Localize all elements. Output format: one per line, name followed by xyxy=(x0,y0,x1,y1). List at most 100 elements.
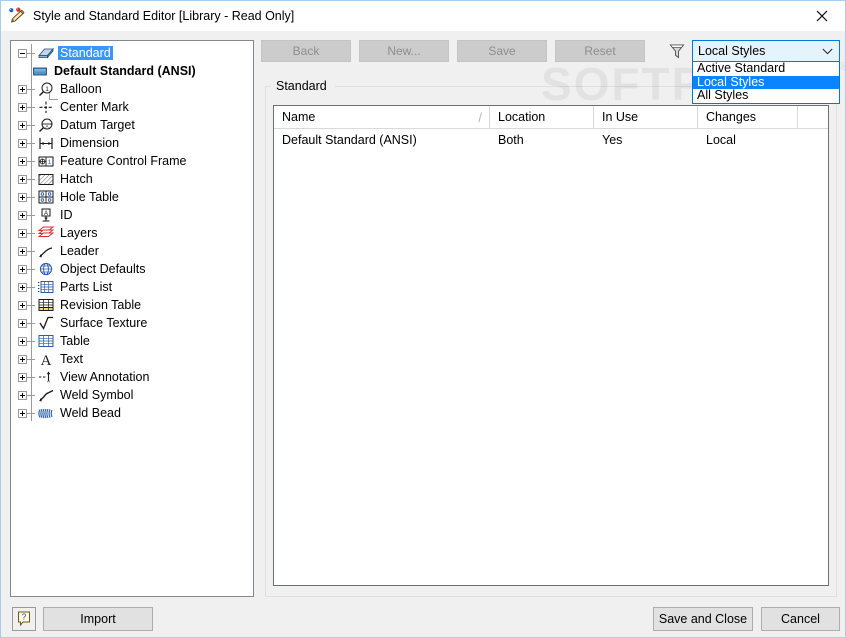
funnel-filter-icon[interactable] xyxy=(667,41,687,61)
cancel-button[interactable]: Cancel xyxy=(761,607,840,631)
tree-item-revision-table[interactable]: Revision Table xyxy=(11,296,253,314)
expand-toggle-icon[interactable] xyxy=(18,372,27,382)
tree-item-balloon[interactable]: 1 Balloon xyxy=(11,80,253,98)
expand-toggle-icon[interactable] xyxy=(18,156,27,166)
style-filter-dropdown-list[interactable]: Active Standard Local Styles All Styles xyxy=(692,61,840,104)
tree-item-hatch[interactable]: Hatch xyxy=(11,170,253,188)
style-tree-panel[interactable]: Standard Default Standard (ANSI) 1 Ballo… xyxy=(10,40,254,597)
table-row[interactable]: Default Standard (ANSI) Both Yes Local xyxy=(274,129,828,150)
back-button[interactable]: Back xyxy=(261,40,351,62)
tree-elbow xyxy=(27,340,35,342)
tree-elbow xyxy=(27,88,35,90)
surface-texture-icon xyxy=(37,315,54,331)
tree-item-hole-table[interactable]: Hole Table xyxy=(11,188,253,206)
tree-item-leader[interactable]: Leader xyxy=(11,242,253,260)
new-button[interactable]: New... xyxy=(359,40,449,62)
style-filter-combobox[interactable]: Local Styles xyxy=(692,40,840,62)
dropdown-option-active-standard[interactable]: Active Standard xyxy=(693,61,839,76)
tree-item-label: Revision Table xyxy=(60,298,142,312)
expand-toggle-icon[interactable] xyxy=(18,102,27,112)
expand-toggle-icon[interactable] xyxy=(18,300,27,310)
expand-toggle-icon[interactable] xyxy=(18,192,27,202)
cell-location: Both xyxy=(498,132,524,147)
hole-table-icon xyxy=(37,189,54,205)
expand-toggle-icon[interactable] xyxy=(18,264,27,274)
tree-item-datum-target[interactable]: A Datum Target xyxy=(11,116,253,134)
tree-elbow xyxy=(27,196,35,198)
column-header-changes[interactable]: Changes xyxy=(698,106,798,128)
group-box-title: Standard xyxy=(273,79,330,93)
tree-item-feature-control-frame[interactable]: 1 Feature Control Frame xyxy=(11,152,253,170)
tree-elbow xyxy=(27,124,35,126)
tree-item-text[interactable]: A Text xyxy=(11,350,253,369)
expand-toggle-icon[interactable] xyxy=(18,390,27,400)
close-button[interactable] xyxy=(799,1,845,31)
save-and-close-button[interactable]: Save and Close xyxy=(653,607,753,631)
expand-toggle-icon[interactable] xyxy=(18,408,27,418)
tree-elbow xyxy=(27,142,35,144)
feature-control-frame-icon: 1 xyxy=(37,153,54,169)
expand-toggle-icon[interactable] xyxy=(18,318,27,328)
cell-in-use: Yes xyxy=(602,132,623,147)
tree-item-weld-bead[interactable]: Weld Bead xyxy=(11,404,253,422)
tree-item-dimension[interactable]: Dimension xyxy=(11,134,253,152)
tree-item-layers[interactable]: Layers xyxy=(11,224,253,242)
balloon-icon: 1 xyxy=(37,81,54,97)
tree-item-surface-texture[interactable]: Surface Texture xyxy=(11,314,253,332)
center-mark-icon xyxy=(37,99,54,115)
tree-item-label: Surface Texture xyxy=(60,316,148,330)
expand-toggle-icon[interactable] xyxy=(18,174,27,184)
reset-button[interactable]: Reset xyxy=(555,40,645,62)
styles-table[interactable]: Name / Location In Use Changes Default S… xyxy=(273,105,829,586)
expand-toggle-icon[interactable] xyxy=(18,228,27,238)
tree-item-id[interactable]: A ID xyxy=(11,206,253,224)
import-button[interactable]: Import xyxy=(43,607,153,631)
expand-toggle-icon[interactable] xyxy=(18,246,27,256)
expand-toggle-icon[interactable] xyxy=(18,120,27,130)
help-button[interactable]: ? xyxy=(12,607,36,631)
tree-item-label: Hole Table xyxy=(60,190,119,204)
save-button[interactable]: Save xyxy=(457,40,547,62)
tree-item-label: Layers xyxy=(60,226,98,240)
tree-item-view-annotation[interactable]: A View Annotation xyxy=(11,368,253,386)
collapse-toggle-icon[interactable] xyxy=(18,48,27,58)
expand-toggle-icon[interactable] xyxy=(18,354,27,364)
tree-elbow xyxy=(27,178,35,180)
tree-item-standard[interactable]: Standard xyxy=(11,44,253,62)
column-header-extra[interactable] xyxy=(798,106,828,128)
column-header-name[interactable]: Name / xyxy=(274,106,490,128)
standard-swatch-icon xyxy=(31,63,48,79)
tree-elbow xyxy=(27,232,35,234)
tree-item-table[interactable]: Table xyxy=(11,332,253,350)
hatch-icon xyxy=(37,171,54,187)
table-header-row: Name / Location In Use Changes xyxy=(274,106,828,129)
tree-item-center-mark[interactable]: Center Mark xyxy=(11,98,253,116)
column-header-location[interactable]: Location xyxy=(490,106,594,128)
svg-text:A: A xyxy=(46,379,50,384)
expand-toggle-icon[interactable] xyxy=(18,84,27,94)
datum-target-icon: A xyxy=(37,117,54,133)
weld-bead-icon xyxy=(37,405,54,421)
window-title: Style and Standard Editor [Library - Rea… xyxy=(33,9,295,23)
tree-item-object-defaults[interactable]: Object Defaults xyxy=(11,260,253,278)
title-bar: Style and Standard Editor [Library - Rea… xyxy=(1,1,845,31)
tree-item-label: ID xyxy=(60,208,73,222)
sort-indicator-icon: / xyxy=(478,110,482,125)
expand-toggle-icon[interactable] xyxy=(18,138,27,148)
expand-toggle-icon[interactable] xyxy=(18,336,27,346)
expand-toggle-icon[interactable] xyxy=(18,282,27,292)
column-header-in-use[interactable]: In Use xyxy=(594,106,698,128)
dropdown-option-local-styles[interactable]: Local Styles xyxy=(693,75,839,89)
expand-toggle-icon[interactable] xyxy=(18,210,27,220)
text-icon: A xyxy=(37,351,54,369)
tree-item-parts-list[interactable]: Parts List xyxy=(11,278,253,296)
tree-elbow xyxy=(27,268,35,270)
dropdown-option-all-styles[interactable]: All Styles xyxy=(693,88,839,103)
layers-icon xyxy=(37,225,54,241)
group-box-top-left-edge xyxy=(265,86,271,87)
tree-item-default-standard-ansi[interactable]: Default Standard (ANSI) xyxy=(11,62,253,80)
chevron-down-icon[interactable] xyxy=(822,41,833,61)
tree-item-weld-symbol[interactable]: Weld Symbol xyxy=(11,386,253,404)
tree-elbow xyxy=(27,304,35,306)
svg-text:1: 1 xyxy=(47,159,51,166)
